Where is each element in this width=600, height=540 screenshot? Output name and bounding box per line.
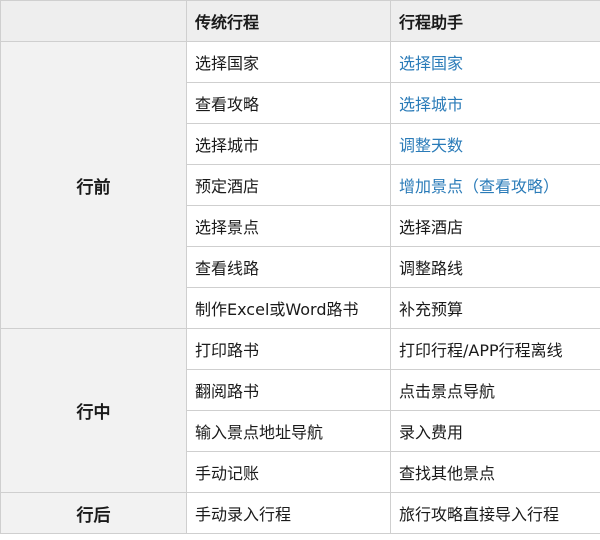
assistant-cell: 旅行攻略直接导入行程 [390,492,600,534]
traditional-cell: 输入景点地址导航 [186,410,391,452]
assistant-link[interactable]: 选择城市 [390,82,600,124]
assistant-link[interactable]: 选择国家 [390,41,600,83]
header-traditional: 传统行程 [186,0,391,42]
traditional-cell: 选择景点 [186,205,391,247]
traditional-cell: 手动录入行程 [186,492,391,534]
traditional-cell: 打印路书 [186,328,391,370]
comparison-table: 传统行程 行程助手 行前 选择国家 选择国家 查看攻略 选择城市 选择城市 调整… [0,0,600,534]
assistant-cell: 补充预算 [390,287,600,329]
assistant-cell: 打印行程/APP行程离线 [390,328,600,370]
header-assistant: 行程助手 [390,0,600,42]
phase-before: 行前 [0,41,187,329]
table-row: 行前 选择国家 选择国家 [0,41,600,329]
phase-during: 行中 [0,328,187,493]
assistant-cell: 录入费用 [390,410,600,452]
assistant-link[interactable]: 增加景点（查看攻略） [390,164,600,206]
traditional-cell: 查看线路 [186,246,391,288]
traditional-cell: 制作Excel或Word路书 [186,287,391,329]
assistant-link[interactable]: 调整天数 [390,123,600,165]
traditional-cell: 预定酒店 [186,164,391,206]
assistant-cell: 查找其他景点 [390,451,600,493]
assistant-cell: 点击景点导航 [390,369,600,411]
traditional-cell: 选择国家 [186,41,391,83]
table-row: 行中 打印路书 打印行程/APP行程离线 [0,328,600,493]
header-row: 传统行程 行程助手 [0,0,600,42]
traditional-cell: 翻阅路书 [186,369,391,411]
traditional-cell: 选择城市 [186,123,391,165]
traditional-cell: 查看攻略 [186,82,391,124]
table-row: 行后 手动录入行程 旅行攻略直接导入行程 [0,492,600,534]
phase-after: 行后 [0,492,187,534]
assistant-cell: 调整路线 [390,246,600,288]
header-corner [0,0,187,42]
traditional-cell: 手动记账 [186,451,391,493]
assistant-cell: 选择酒店 [390,205,600,247]
